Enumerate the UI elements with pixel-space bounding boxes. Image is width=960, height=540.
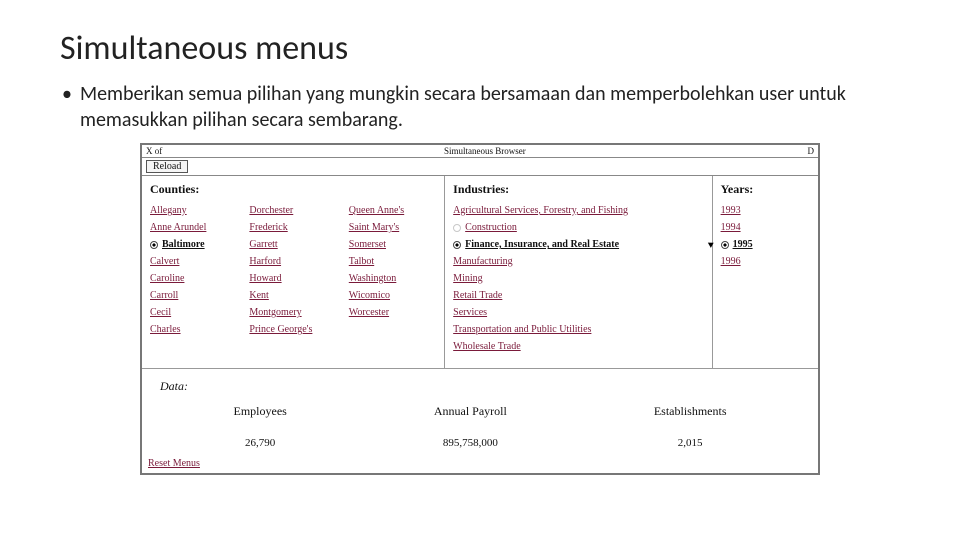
topbar-right: D: [808, 146, 815, 156]
industry-item[interactable]: Services: [453, 307, 703, 318]
county-item[interactable]: Garrett: [249, 239, 336, 250]
county-item-selected[interactable]: Baltimore: [150, 239, 237, 250]
county-item[interactable]: Frederick: [249, 222, 336, 233]
data-col-payroll: Annual Payroll 895,758,000: [434, 404, 507, 449]
topbar-left: X of: [146, 146, 162, 156]
years-title: Years:: [721, 182, 810, 197]
radio-off-icon: [453, 224, 461, 232]
year-item-selected[interactable]: 1995: [721, 239, 810, 250]
county-item[interactable]: Washington: [349, 273, 436, 284]
data-section: Data: Employees 26,790 Annual Payroll 89…: [142, 369, 818, 453]
county-item[interactable]: Queen Anne's: [349, 205, 436, 216]
industry-item[interactable]: Construction: [453, 222, 703, 233]
industries-panel: Industries: Agricultural Services, Fores…: [445, 176, 712, 368]
industry-item[interactable]: Manufacturing: [453, 256, 703, 267]
bullet-text: Memberikan semua pilihan yang mungkin se…: [80, 81, 900, 133]
counties-title: Counties:: [150, 182, 436, 197]
topbar-title: Simultaneous Browser: [444, 146, 526, 156]
industry-item-selected[interactable]: Finance, Insurance, and Real Estate: [453, 239, 703, 250]
data-header: Employees: [234, 404, 287, 419]
browser-frame: X of Simultaneous Browser D Reload Count…: [140, 143, 820, 475]
reset-menus-link[interactable]: Reset Menus: [148, 458, 200, 469]
year-item[interactable]: 1996: [721, 256, 810, 267]
year-item[interactable]: 1993: [721, 205, 810, 216]
industry-item[interactable]: Mining: [453, 273, 703, 284]
data-col-employees: Employees 26,790: [234, 404, 287, 449]
county-item[interactable]: Wicomico: [349, 290, 436, 301]
data-header: Establishments: [654, 404, 727, 419]
bullet-dot-icon: •: [62, 81, 72, 133]
county-item[interactable]: Dorchester: [249, 205, 336, 216]
radio-on-icon: [150, 241, 158, 249]
county-item[interactable]: Montgomery: [249, 307, 336, 318]
county-item[interactable]: Cecil: [150, 307, 237, 318]
county-item[interactable]: Somerset: [349, 239, 436, 250]
data-value: 895,758,000: [434, 437, 507, 449]
data-col-establishments: Establishments 2,015: [654, 404, 727, 449]
counties-panel: Counties: Allegany Anne Arundel Baltimor…: [142, 176, 445, 368]
county-item[interactable]: Calvert: [150, 256, 237, 267]
browser-topbar: X of Simultaneous Browser D: [142, 145, 818, 158]
data-columns: Employees 26,790 Annual Payroll 895,758,…: [160, 404, 800, 449]
county-item[interactable]: Prince George's: [249, 324, 336, 335]
data-header: Annual Payroll: [434, 404, 507, 419]
county-item[interactable]: Allegany: [150, 205, 237, 216]
industry-item[interactable]: Transportation and Public Utilities: [453, 324, 703, 335]
counties-col-2: Dorchester Frederick Garrett Harford How…: [249, 205, 336, 341]
counties-col-3: Queen Anne's Saint Mary's Somerset Talbo…: [349, 205, 436, 341]
industry-item[interactable]: Retail Trade: [453, 290, 703, 301]
slide-bullet: • Memberikan semua pilihan yang mungkin …: [60, 81, 900, 133]
county-item[interactable]: Howard: [249, 273, 336, 284]
reset-row: Reset Menus: [142, 453, 818, 473]
reload-row: Reload: [142, 158, 818, 176]
data-value: 2,015: [654, 437, 727, 449]
year-item[interactable]: 1994: [721, 222, 810, 233]
county-item[interactable]: Carroll: [150, 290, 237, 301]
county-item[interactable]: Worcester: [349, 307, 436, 318]
county-item[interactable]: Harford: [249, 256, 336, 267]
industries-title: Industries:: [453, 182, 703, 197]
county-item[interactable]: Talbot: [349, 256, 436, 267]
county-item[interactable]: Charles: [150, 324, 237, 335]
radio-on-icon: [453, 241, 461, 249]
data-value: 26,790: [234, 437, 287, 449]
industry-item[interactable]: Wholesale Trade: [453, 341, 703, 352]
slide-title: Simultaneous menus: [60, 28, 900, 69]
panels-row: Counties: Allegany Anne Arundel Baltimor…: [142, 176, 818, 369]
data-title: Data:: [160, 379, 800, 394]
radio-on-icon: [721, 241, 729, 249]
county-item[interactable]: Kent: [249, 290, 336, 301]
county-item[interactable]: Caroline: [150, 273, 237, 284]
years-panel: Years: 1993 1994 1995 1996: [713, 176, 818, 368]
industry-item[interactable]: Agricultural Services, Forestry, and Fis…: [453, 205, 703, 216]
county-item[interactable]: Anne Arundel: [150, 222, 237, 233]
county-item[interactable]: Saint Mary's: [349, 222, 436, 233]
counties-col-1: Allegany Anne Arundel Baltimore Calvert …: [150, 205, 237, 341]
reload-button[interactable]: Reload: [146, 160, 188, 173]
